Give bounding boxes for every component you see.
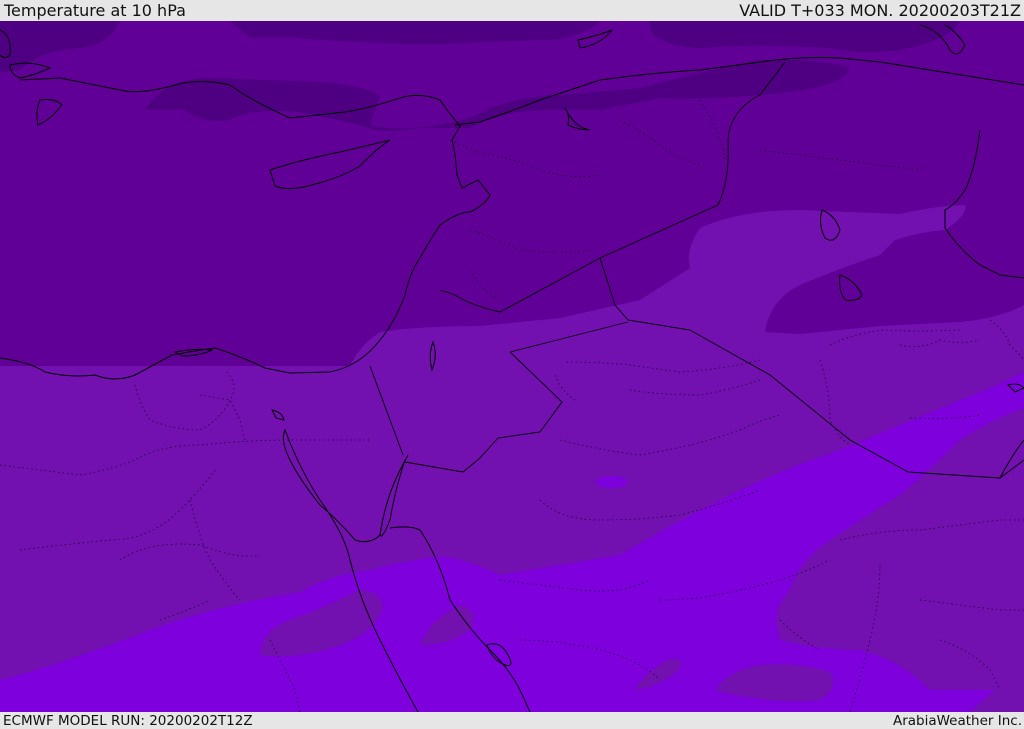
model-run-label: ECMWF MODEL RUN: 20200202T12Z xyxy=(3,712,253,729)
top-bar: Temperature at 10 hPa VALID T+033 MON. 2… xyxy=(0,0,1024,21)
weather-map xyxy=(0,21,1024,712)
contour-island-5 xyxy=(596,476,628,488)
credit-label: ArabiaWeather Inc. xyxy=(892,712,1022,729)
bottom-bar: ECMWF MODEL RUN: 20200202T12Z ArabiaWeat… xyxy=(0,712,1024,729)
contour-band-dark xyxy=(0,21,1024,366)
map-canvas xyxy=(0,21,1024,712)
valid-time-label: VALID T+033 MON. 20200203T21Z xyxy=(739,1,1021,20)
map-title: Temperature at 10 hPa xyxy=(4,1,186,20)
